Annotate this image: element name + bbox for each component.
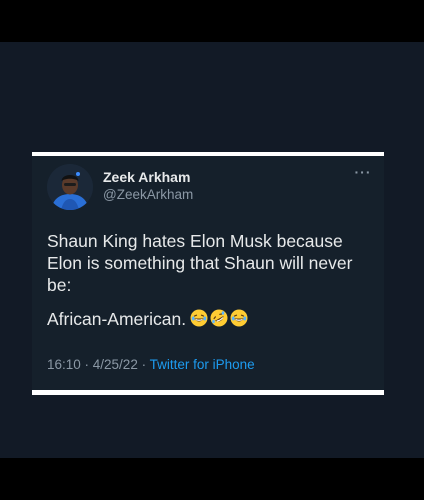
laughing-tears-emoji-icon bbox=[190, 309, 208, 327]
tweet-meta: 16:10 · 4/25/22 · Twitter for iPhone bbox=[47, 357, 255, 372]
tweet-paragraph-2: African-American. bbox=[47, 309, 187, 329]
rolling-laughing-emoji-icon bbox=[210, 309, 228, 327]
laughing-tears-emoji-icon bbox=[230, 309, 248, 327]
tweet-card[interactable]: Zeek Arkham @ZeekArkham ··· Shaun King h… bbox=[32, 156, 384, 390]
display-name[interactable]: Zeek Arkham bbox=[103, 169, 190, 185]
avatar[interactable] bbox=[47, 164, 93, 210]
card-bottom-border bbox=[32, 390, 384, 395]
tweet-paragraph-1: Shaun King hates Elon Musk because Elon … bbox=[47, 231, 353, 295]
user-handle[interactable]: @ZeekArkham bbox=[103, 187, 193, 202]
source-link[interactable]: Twitter for iPhone bbox=[150, 357, 255, 372]
tweet-paragraph-2-row: African-American. bbox=[47, 308, 377, 332]
tweet-text: Shaun King hates Elon Musk because Elon … bbox=[47, 230, 377, 332]
emoji-row bbox=[190, 309, 250, 332]
more-options-icon[interactable]: ··· bbox=[351, 165, 375, 182]
timestamp[interactable]: 16:10 · 4/25/22 · bbox=[47, 357, 146, 372]
